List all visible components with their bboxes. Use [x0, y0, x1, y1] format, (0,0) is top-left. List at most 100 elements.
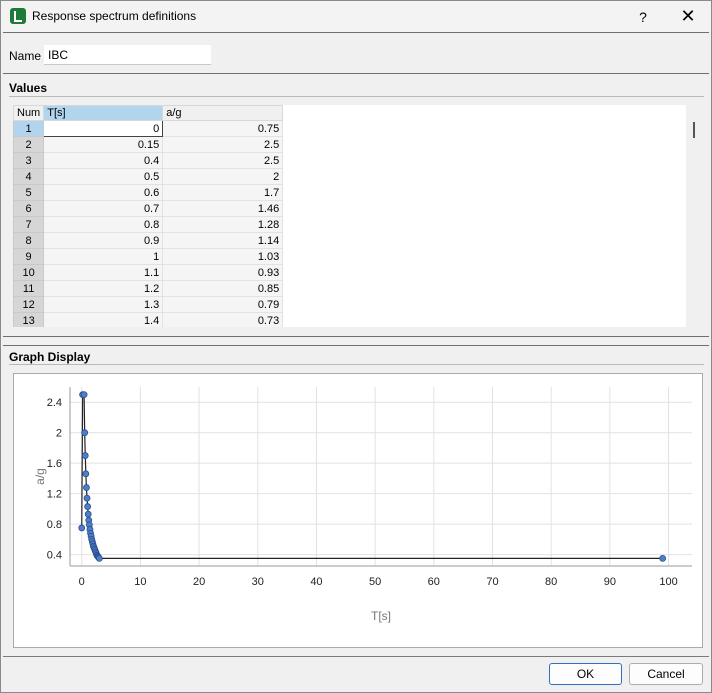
- acceleration-cell[interactable]: 0.93: [162, 264, 284, 281]
- x-tick-label: 50: [369, 576, 381, 588]
- row-number-cell: 5: [13, 184, 45, 201]
- graph-display: 0 10 20 30 40 50 60 70 80 90 100 0.4 0.8 1.2 1.6 2 2.4 T[…: [13, 373, 703, 648]
- row-number-cell: 4: [13, 168, 45, 185]
- acceleration-cell[interactable]: 1.14: [162, 232, 284, 249]
- period-cell[interactable]: 1: [43, 248, 164, 265]
- acceleration-cell[interactable]: 1.03: [162, 248, 284, 265]
- col-header-acceleration[interactable]: a/g: [162, 105, 284, 121]
- data-point: [84, 510, 92, 518]
- acceleration-cell[interactable]: 0.79: [162, 296, 284, 313]
- dialog-window: Response spectrum definitions ? ✕ Name V…: [0, 0, 712, 693]
- values-separator: [3, 336, 709, 337]
- name-separator: [3, 73, 709, 74]
- ok-button[interactable]: OK: [549, 663, 622, 685]
- x-tick-label: 60: [428, 576, 440, 588]
- close-icon[interactable]: ✕: [666, 1, 710, 32]
- data-point: [78, 524, 86, 532]
- data-point: [81, 452, 89, 459]
- cancel-button[interactable]: Cancel: [629, 663, 703, 685]
- acceleration-cell[interactable]: 0.75: [162, 120, 284, 137]
- period-cell[interactable]: 1.4: [43, 312, 164, 327]
- y-tick-label: 0.8: [47, 519, 62, 531]
- data-point: [95, 554, 103, 562]
- data-point: [83, 494, 91, 502]
- x-tick-label: 10: [134, 576, 146, 588]
- title-bar: Response spectrum definitions ? ✕: [1, 1, 711, 32]
- row-number-cell: 8: [13, 232, 45, 249]
- period-cell[interactable]: 0.15: [43, 136, 164, 153]
- y-tick-label: 2: [56, 428, 62, 440]
- period-cell[interactable]: 1.3: [43, 296, 164, 313]
- spectrum-chart: 0 10 20 30 40 50 60 70 80 90 100 0.4 0.8 1.2 1.6 2 2.4 T[…: [33, 387, 692, 623]
- data-point: [83, 484, 90, 491]
- table-row[interactable]: 11 1.2 0.85: [13, 280, 284, 297]
- period-cell[interactable]: 0.9: [43, 232, 164, 249]
- row-number-cell: 10: [13, 264, 45, 281]
- period-cell[interactable]: 0.5: [43, 168, 164, 185]
- table-row[interactable]: 8 0.9 1.14: [13, 232, 284, 249]
- acceleration-cell[interactable]: 2.5: [162, 136, 284, 153]
- name-input[interactable]: [44, 45, 211, 65]
- table-row[interactable]: 2 0.15 2.5: [13, 136, 284, 153]
- y-axis-title: a/g: [33, 468, 47, 485]
- period-cell[interactable]: 0.4: [43, 152, 164, 169]
- y-tick-label: 1.2: [47, 489, 62, 501]
- period-cell[interactable]: 1.1: [43, 264, 164, 281]
- row-number-cell: 11: [13, 280, 45, 297]
- acceleration-cell[interactable]: 1.46: [162, 200, 284, 217]
- y-tick-label: 0.4: [47, 550, 62, 562]
- values-table: Num T[s] a/g 1 0 0.75 2 0.15 2.5 3 0.4 2.5 4 0.5 2 5 0.…: [13, 105, 284, 327]
- window-title: Response spectrum definitions: [32, 9, 197, 23]
- app-icon: [10, 8, 26, 24]
- table-row[interactable]: 7 0.8 1.28: [13, 216, 284, 233]
- x-tick-label: 80: [545, 576, 557, 588]
- footer-separator: [3, 656, 709, 657]
- period-cell[interactable]: 1.2: [43, 280, 164, 297]
- period-cell[interactable]: 0: [43, 120, 164, 137]
- name-label: Name: [9, 49, 42, 63]
- graph-section-line: [9, 364, 704, 365]
- x-tick-label: 30: [252, 576, 264, 588]
- acceleration-cell[interactable]: 2.5: [162, 152, 284, 169]
- table-row[interactable]: 6 0.7 1.46: [13, 200, 284, 217]
- table-row[interactable]: 5 0.6 1.7: [13, 184, 284, 201]
- col-header-period[interactable]: T[s]: [43, 105, 164, 121]
- acceleration-cell[interactable]: 1.7: [162, 184, 284, 201]
- row-number-cell: 2: [13, 136, 45, 153]
- data-point: [659, 554, 667, 562]
- table-row[interactable]: 4 0.5 2: [13, 168, 284, 185]
- data-point: [81, 429, 89, 437]
- row-number-cell: 6: [13, 200, 45, 217]
- acceleration-cell[interactable]: 0.85: [162, 280, 284, 297]
- help-button[interactable]: ?: [621, 1, 665, 32]
- period-cell[interactable]: 0.8: [43, 216, 164, 233]
- table-row[interactable]: 1 0 0.75: [13, 120, 284, 137]
- values-table-container[interactable]: Num T[s] a/g 1 0 0.75 2 0.15 2.5 3 0.4 2.5 4 0.5 2 5 0.…: [13, 105, 686, 327]
- row-number-cell: 9: [13, 248, 45, 265]
- period-cell[interactable]: 0.7: [43, 200, 164, 217]
- col-header-num[interactable]: Num: [13, 105, 45, 121]
- graph-section-title: Graph Display: [9, 350, 91, 364]
- table-row[interactable]: 10 1.1 0.93: [13, 264, 284, 281]
- x-tick-label: 40: [310, 576, 322, 588]
- row-number-cell: 3: [13, 152, 45, 169]
- title-separator: [3, 32, 709, 33]
- row-number-cell: 12: [13, 296, 45, 313]
- acceleration-cell[interactable]: 2: [162, 168, 284, 185]
- x-tick-label: 100: [659, 576, 677, 588]
- period-cell[interactable]: 0.6: [43, 184, 164, 201]
- row-number-cell: 13: [13, 312, 45, 327]
- data-point: [80, 391, 88, 399]
- table-scrollbar-thumb[interactable]: [693, 122, 695, 138]
- acceleration-cell[interactable]: 0.73: [162, 312, 284, 327]
- acceleration-cell[interactable]: 1.28: [162, 216, 284, 233]
- values-section-line: [9, 96, 704, 97]
- table-row[interactable]: 13 1.4 0.73: [13, 312, 284, 327]
- table-row[interactable]: 3 0.4 2.5: [13, 152, 284, 169]
- name-row: Name: [1, 39, 711, 69]
- y-tick-label: 2.4: [47, 397, 62, 409]
- table-row[interactable]: 12 1.3 0.79: [13, 296, 284, 313]
- y-tick-label: 1.6: [47, 458, 62, 470]
- table-row[interactable]: 9 1 1.03: [13, 248, 284, 265]
- values-section-title: Values: [9, 81, 48, 95]
